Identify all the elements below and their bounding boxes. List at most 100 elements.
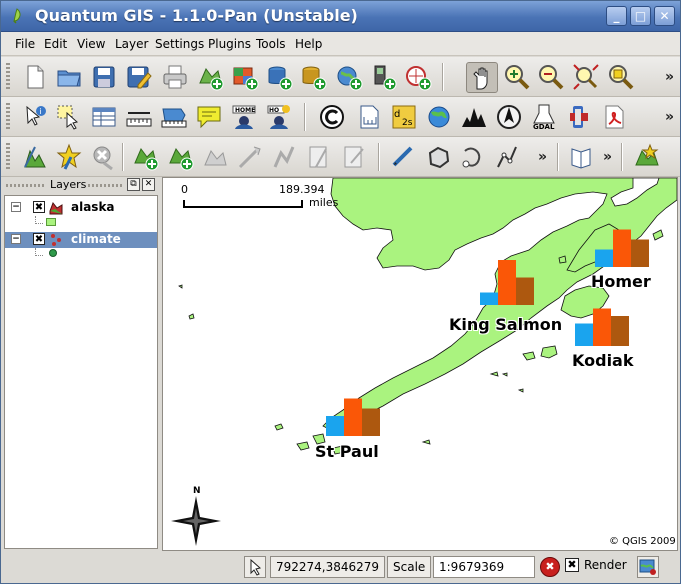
help-icon[interactable] xyxy=(567,143,595,171)
delimited-text-icon[interactable]: d 2s xyxy=(390,103,418,131)
layer-expander-climate[interactable]: − xyxy=(11,234,21,244)
delete-feature-icon[interactable] xyxy=(90,143,118,171)
stop-render-button[interactable]: ✖ xyxy=(540,557,560,577)
menu-plugins[interactable]: Plugins xyxy=(208,37,251,51)
new-bookmark-icon[interactable]: HOME xyxy=(230,103,258,131)
copy-features-icon[interactable] xyxy=(341,143,369,171)
measure-line-icon[interactable] xyxy=(125,103,153,131)
add-raster-layer-icon[interactable] xyxy=(231,63,259,91)
render-checkbox[interactable]: ✖ xyxy=(565,558,579,572)
map-label-king-salmon: King Salmon xyxy=(449,315,563,334)
title-bar[interactable]: Quantum GIS - 1.1.0-Pan (Unstable) _ □ ✕ xyxy=(1,1,680,32)
print-icon[interactable] xyxy=(161,63,189,91)
toolbar-grip[interactable] xyxy=(6,103,10,131)
map-canvas[interactable]: 0 189.394 miles Homer King Salmon Kodiak… xyxy=(162,177,678,551)
open-project-icon[interactable] xyxy=(55,63,83,91)
simplify-icon[interactable] xyxy=(459,143,487,171)
menu-help[interactable]: Help xyxy=(295,37,322,51)
layer-visibility-checkbox-climate[interactable]: ✖ xyxy=(33,233,45,245)
menu-settings[interactable]: Settings xyxy=(155,37,204,51)
new-vector-layer-icon[interactable] xyxy=(369,63,397,91)
show-bookmarks-icon[interactable]: HO xyxy=(265,103,293,131)
scale-bar: 0 189.394 miles xyxy=(181,183,338,213)
coordinate-toggle-button[interactable] xyxy=(244,556,266,578)
north-arrow-icon[interactable] xyxy=(495,103,523,131)
scale-input[interactable]: 1:9679369 xyxy=(433,556,535,578)
menu-view[interactable]: View xyxy=(77,37,105,51)
layer-item-climate[interactable]: − ✖ climate xyxy=(5,232,157,248)
capture-line-icon[interactable] xyxy=(389,143,417,171)
zoom-selection-icon[interactable] xyxy=(607,63,635,91)
layer-item-alaska[interactable]: − ✖ alaska xyxy=(5,200,157,216)
window-title: Quantum GIS - 1.1.0-Pan (Unstable) xyxy=(35,6,358,25)
toolbar-overflow-icon[interactable]: » xyxy=(538,149,547,165)
zoom-in-icon[interactable] xyxy=(503,63,531,91)
tree-connector xyxy=(35,216,43,224)
dock-grip[interactable] xyxy=(6,184,46,187)
identify-icon[interactable]: i xyxy=(21,103,49,131)
save-as-icon[interactable] xyxy=(124,63,152,91)
projection-icon xyxy=(639,559,656,575)
maximize-button[interactable]: □ xyxy=(630,6,651,26)
toolbar-overflow-icon[interactable]: » xyxy=(665,69,674,85)
menu-edit[interactable]: Edit xyxy=(44,37,67,51)
pan-icon[interactable] xyxy=(466,62,498,93)
help-pdf-icon[interactable] xyxy=(600,103,628,131)
close-panel-button[interactable]: ✕ xyxy=(142,178,155,191)
add-wms-layer-icon[interactable] xyxy=(335,63,363,91)
toolbar-grip[interactable] xyxy=(6,143,10,171)
save-project-icon[interactable] xyxy=(90,63,118,91)
split-feature-icon[interactable] xyxy=(201,143,229,171)
add-vector-layer-icon[interactable] xyxy=(196,63,224,91)
capture-polygon-icon[interactable] xyxy=(424,143,452,171)
render-label: Render xyxy=(584,558,627,572)
menu-bar: File Edit View Layer Settings Plugins To… xyxy=(1,32,680,56)
add-island-icon[interactable] xyxy=(166,143,194,171)
menu-layer[interactable]: Layer xyxy=(115,37,148,51)
gdal-tools-icon[interactable]: GDAL xyxy=(530,103,558,131)
move-feature-icon[interactable] xyxy=(236,143,264,171)
georeferencer-icon[interactable] xyxy=(460,103,488,131)
menu-file[interactable]: File xyxy=(15,37,35,51)
map-tips-icon[interactable] xyxy=(195,103,223,131)
python-console-icon[interactable] xyxy=(565,103,593,131)
attribute-table-icon[interactable] xyxy=(90,103,118,131)
select-icon[interactable] xyxy=(55,103,83,131)
copyright-label: © QGIS 2009 xyxy=(609,536,676,547)
add-ring-icon[interactable] xyxy=(131,143,159,171)
scale-bar-distance-label: 189.394 xyxy=(279,183,325,196)
gps-tools-icon[interactable] xyxy=(425,103,453,131)
node-tool-icon[interactable] xyxy=(494,143,522,171)
climate-bar-kodiak-2 xyxy=(611,316,629,346)
copyright-label-icon[interactable] xyxy=(318,103,346,131)
dock-grip[interactable] xyxy=(88,184,124,187)
reshape-icon[interactable] xyxy=(271,143,299,171)
float-panel-button[interactable]: ⧉ xyxy=(127,178,140,191)
toolbar-overflow-icon[interactable]: » xyxy=(603,149,612,165)
minimize-button[interactable]: _ xyxy=(606,6,627,26)
capture-point-icon[interactable] xyxy=(55,143,83,171)
add-gps-layer-icon[interactable] xyxy=(404,63,432,91)
add-postgis-layer-icon[interactable] xyxy=(265,63,293,91)
projection-button[interactable] xyxy=(637,556,659,578)
scale-bar-icon[interactable] xyxy=(355,103,383,131)
tree-connector xyxy=(35,248,43,256)
cut-features-icon[interactable] xyxy=(306,143,334,171)
zoom-full-icon[interactable] xyxy=(572,63,600,91)
toolbar-separator xyxy=(122,143,124,171)
close-button[interactable]: ✕ xyxy=(654,6,675,26)
measure-area-icon[interactable] xyxy=(160,103,188,131)
add-spatialite-layer-icon[interactable] xyxy=(299,63,327,91)
toolbar-grip[interactable] xyxy=(6,63,10,91)
zoom-out-icon[interactable] xyxy=(537,63,565,91)
layer-tree[interactable]: − ✖ alaska − ✖ climate xyxy=(4,195,158,549)
layer-expander-alaska[interactable]: − xyxy=(11,202,21,212)
layer-visibility-checkbox-alaska[interactable]: ✖ xyxy=(33,201,45,213)
toolbar-overflow-icon[interactable]: » xyxy=(665,109,674,125)
toggle-editing-icon[interactable] xyxy=(21,143,49,171)
new-project-icon[interactable] xyxy=(21,63,49,91)
legend-icon[interactable] xyxy=(633,143,661,171)
menu-tools[interactable]: Tools xyxy=(256,37,286,51)
layers-panel-header[interactable]: Layers ⧉ ✕ xyxy=(4,177,158,193)
svg-text:2s: 2s xyxy=(402,118,413,128)
